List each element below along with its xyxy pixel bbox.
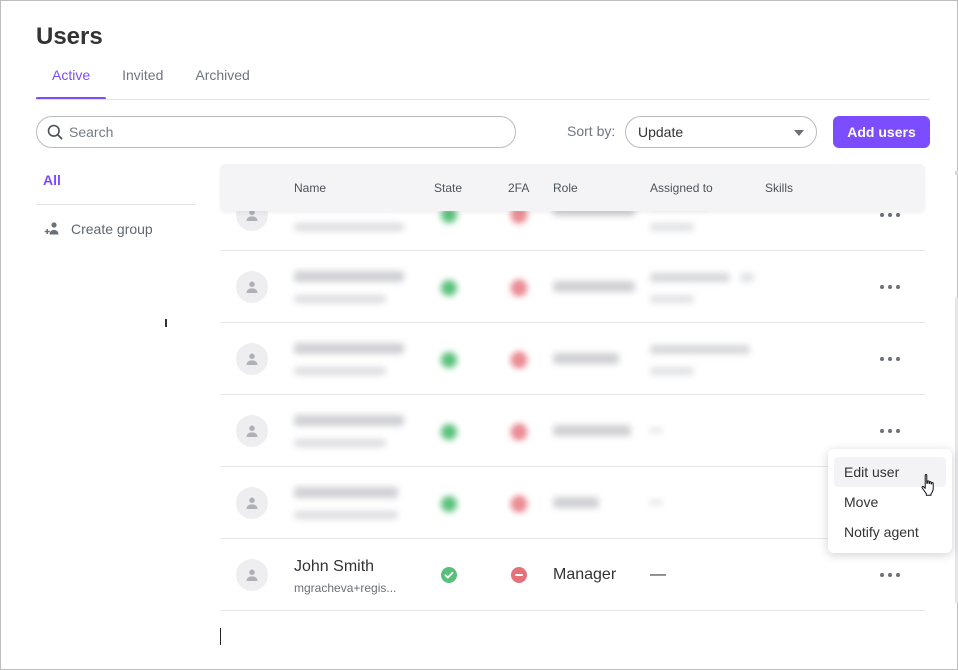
avatar [236,343,268,375]
row-more-button[interactable] [880,565,900,585]
column-header-skills[interactable]: Skills [765,181,793,195]
tab-archived[interactable]: Archived [179,63,265,100]
column-header-state[interactable]: State [434,181,462,195]
row-context-menu: Edit user Move Notify agent [828,449,952,553]
users-table-body: John Smith mgracheva+regis... Manager — [220,179,925,611]
table-row[interactable] [220,467,925,539]
sort-label: Sort by: [567,123,616,139]
text-cursor [220,628,221,645]
create-group-label: Create group [71,221,153,237]
user-icon [246,569,258,581]
user-name[interactable]: John Smith [294,558,374,576]
avatar [236,271,268,303]
sidebar-item-all[interactable]: All [43,172,61,188]
user-icon [246,497,258,509]
search-input[interactable] [69,124,489,140]
column-header-role[interactable]: Role [553,181,578,195]
chevron-down-icon [794,130,804,136]
user-icon [246,425,258,437]
create-group-button[interactable]: Create group [44,220,153,238]
column-header-2fa[interactable]: 2FA [508,181,529,195]
hand-pointer-icon [921,473,934,496]
user-assigned-to: — [650,566,666,583]
sort-value: Update [638,124,684,140]
tabs-divider [36,99,930,100]
user-role: Manager [553,566,617,583]
row-more-button[interactable] [880,277,900,297]
table-header: Name State 2FA Role Assigned to Skills [220,164,925,211]
text-caret-mark [165,319,167,327]
table-row[interactable]: John Smith mgracheva+regis... Manager — [220,539,925,611]
avatar [236,559,268,591]
sidebar-divider [36,204,196,205]
tab-active[interactable]: Active [36,63,107,100]
table-row[interactable] [220,251,925,323]
tab-bar: Active Invited Archived [36,63,266,100]
table-row[interactable] [220,323,925,395]
add-group-icon [44,222,59,235]
page-title: Users [36,23,103,50]
avatar [236,487,268,519]
row-more-button[interactable] [880,421,900,441]
menu-item-notify-agent[interactable]: Notify agent [834,517,946,547]
table-row[interactable] [220,395,925,467]
state-active-icon [441,567,457,583]
search-icon [47,124,63,140]
user-icon [246,353,258,365]
column-header-assigned-to[interactable]: Assigned to [650,181,713,195]
2fa-disabled-icon [511,567,527,583]
app-window: Users Active Invited Archived Sort by: U… [0,0,958,670]
avatar [236,415,268,447]
column-header-name[interactable]: Name [294,181,326,195]
search-box[interactable] [36,116,516,148]
user-email: mgracheva+regis... [294,581,397,595]
tab-invited[interactable]: Invited [106,63,179,100]
add-users-button[interactable]: Add users [833,116,930,148]
sort-select[interactable]: Update [625,116,817,148]
user-icon [246,281,258,293]
row-more-button[interactable] [880,349,900,369]
